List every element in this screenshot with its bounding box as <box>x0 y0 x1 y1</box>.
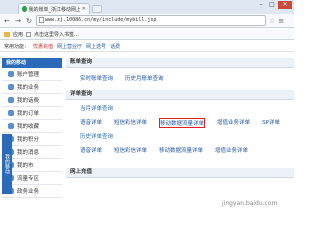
sidebar-item-label: 账户管理 <box>17 72 40 78</box>
close-window-button[interactable]: ✕ <box>278 1 292 9</box>
online-section-title: 网上充值 <box>66 168 294 178</box>
watermark: jingyan.baidu.com <box>222 200 278 207</box>
sidebar-item-label: 我的市 <box>17 163 34 169</box>
page-icon <box>39 17 44 23</box>
history-bill-link[interactable]: 历史月账单查询 <box>125 74 164 82</box>
sidebar-item-account[interactable]: 账户管理 <box>2 68 62 81</box>
quick-links-label: 常用功能： <box>4 43 30 50</box>
main-content: 账单查询 实时账单查询 历史月账单查询 详单查询 当月详单查询 语音详单 短信彩… <box>66 58 294 221</box>
quick-link[interactable]: 话费 <box>110 43 120 50</box>
browser-toolbar: ← → ↻ www.zj.10086.cn/my/include/mybill.… <box>0 14 294 28</box>
bookmark-import[interactable]: 点击这里导入书签... <box>34 31 79 38</box>
side-tab[interactable]: 我的移动 <box>2 134 12 194</box>
window-controls: – □ ✕ <box>256 1 292 9</box>
sidebar-title: 我的移动 <box>2 58 62 68</box>
detail-section-title: 详单查询 <box>66 90 294 100</box>
bookmarks-bar: 应用 点击这里导入书签... <box>0 29 294 40</box>
new-tab-button[interactable] <box>92 5 102 13</box>
bill-section-title: 账单查询 <box>66 58 294 68</box>
sp-detail-link[interactable]: SP详单 <box>262 118 280 128</box>
sidebar-item-favorites[interactable]: 我的收藏 <box>2 120 62 133</box>
history-data-link[interactable]: 移动数据流量详单 <box>159 146 203 154</box>
business-icon <box>8 84 14 90</box>
sidebar-item-label: 我的消息 <box>17 150 40 156</box>
apps-icon <box>4 31 10 37</box>
orders-icon <box>8 110 14 116</box>
current-month-title: 当月详单查询 <box>80 106 114 112</box>
realtime-bill-link[interactable]: 实时账单查询 <box>80 74 113 82</box>
site-quick-links: 常用功能： 优惠充值 网上营业厅 网上选号 话费 <box>0 41 294 52</box>
history-sms-link[interactable]: 短信彩信详单 <box>114 146 147 154</box>
back-icon[interactable]: ← <box>3 17 11 25</box>
sidebar-item-orders[interactable]: 我的订单 <box>2 107 62 120</box>
bookmark-apps[interactable]: 应用 <box>13 31 23 38</box>
data-traffic-detail-link[interactable]: 移动数据流量详单 <box>159 118 206 128</box>
sms-detail-link[interactable]: 短信彩信详单 <box>114 118 147 128</box>
sidebar-item-label: 我的订单 <box>17 111 40 117</box>
voice-detail-link[interactable]: 语音详单 <box>80 118 102 128</box>
address-text: www.zj.10086.cn/my/include/mybill.jsp <box>45 17 157 23</box>
sidebar-item-label: 政务业务 <box>17 189 40 195</box>
tab-title: 我的账单_浙江移动网上营业厅 <box>28 6 80 13</box>
sidebar-item-label: 我的收藏 <box>17 124 40 130</box>
history-vas-link[interactable]: 增值业务详单 <box>215 146 248 154</box>
favicon-icon <box>22 6 27 12</box>
sidebar-item-business[interactable]: 我的业务 <box>2 81 62 94</box>
minimize-button[interactable]: – <box>256 1 266 9</box>
maximize-button[interactable]: □ <box>267 1 277 9</box>
quick-link[interactable]: 优惠充值 <box>33 43 53 50</box>
sidebar-item-label: 流量专区 <box>17 176 40 182</box>
forward-icon[interactable]: → <box>14 17 22 25</box>
sidebar-item-label: 我的话费 <box>17 98 40 104</box>
reload-icon[interactable]: ↻ <box>25 17 33 25</box>
bookmark-star-icon[interactable]: ☆ <box>269 17 275 25</box>
menu-icon[interactable]: ≡ <box>278 17 284 25</box>
history-month-title: 历史详单查询 <box>80 134 114 140</box>
account-icon <box>8 71 14 77</box>
history-voice-link[interactable]: 语音详单 <box>80 146 102 154</box>
sidebar-item-charges[interactable]: 我的话费 <box>2 94 62 107</box>
address-bar[interactable]: www.zj.10086.cn/my/include/mybill.jsp <box>36 15 266 26</box>
favorites-icon <box>8 123 14 129</box>
browser-tab[interactable]: 我的账单_浙江移动网上营业厅 ✕ <box>18 3 90 14</box>
quick-link[interactable]: 网上营业厅 <box>57 43 82 50</box>
sidebar-item-label: 我的业务 <box>17 85 40 91</box>
vas-detail-link[interactable]: 增值业务详单 <box>217 118 250 128</box>
charges-icon <box>8 97 14 103</box>
tab-close-icon[interactable]: ✕ <box>82 6 86 12</box>
sidebar-item-label: 我的积分 <box>17 137 40 143</box>
page-icon <box>26 31 32 37</box>
quick-link[interactable]: 网上选号 <box>86 43 106 50</box>
